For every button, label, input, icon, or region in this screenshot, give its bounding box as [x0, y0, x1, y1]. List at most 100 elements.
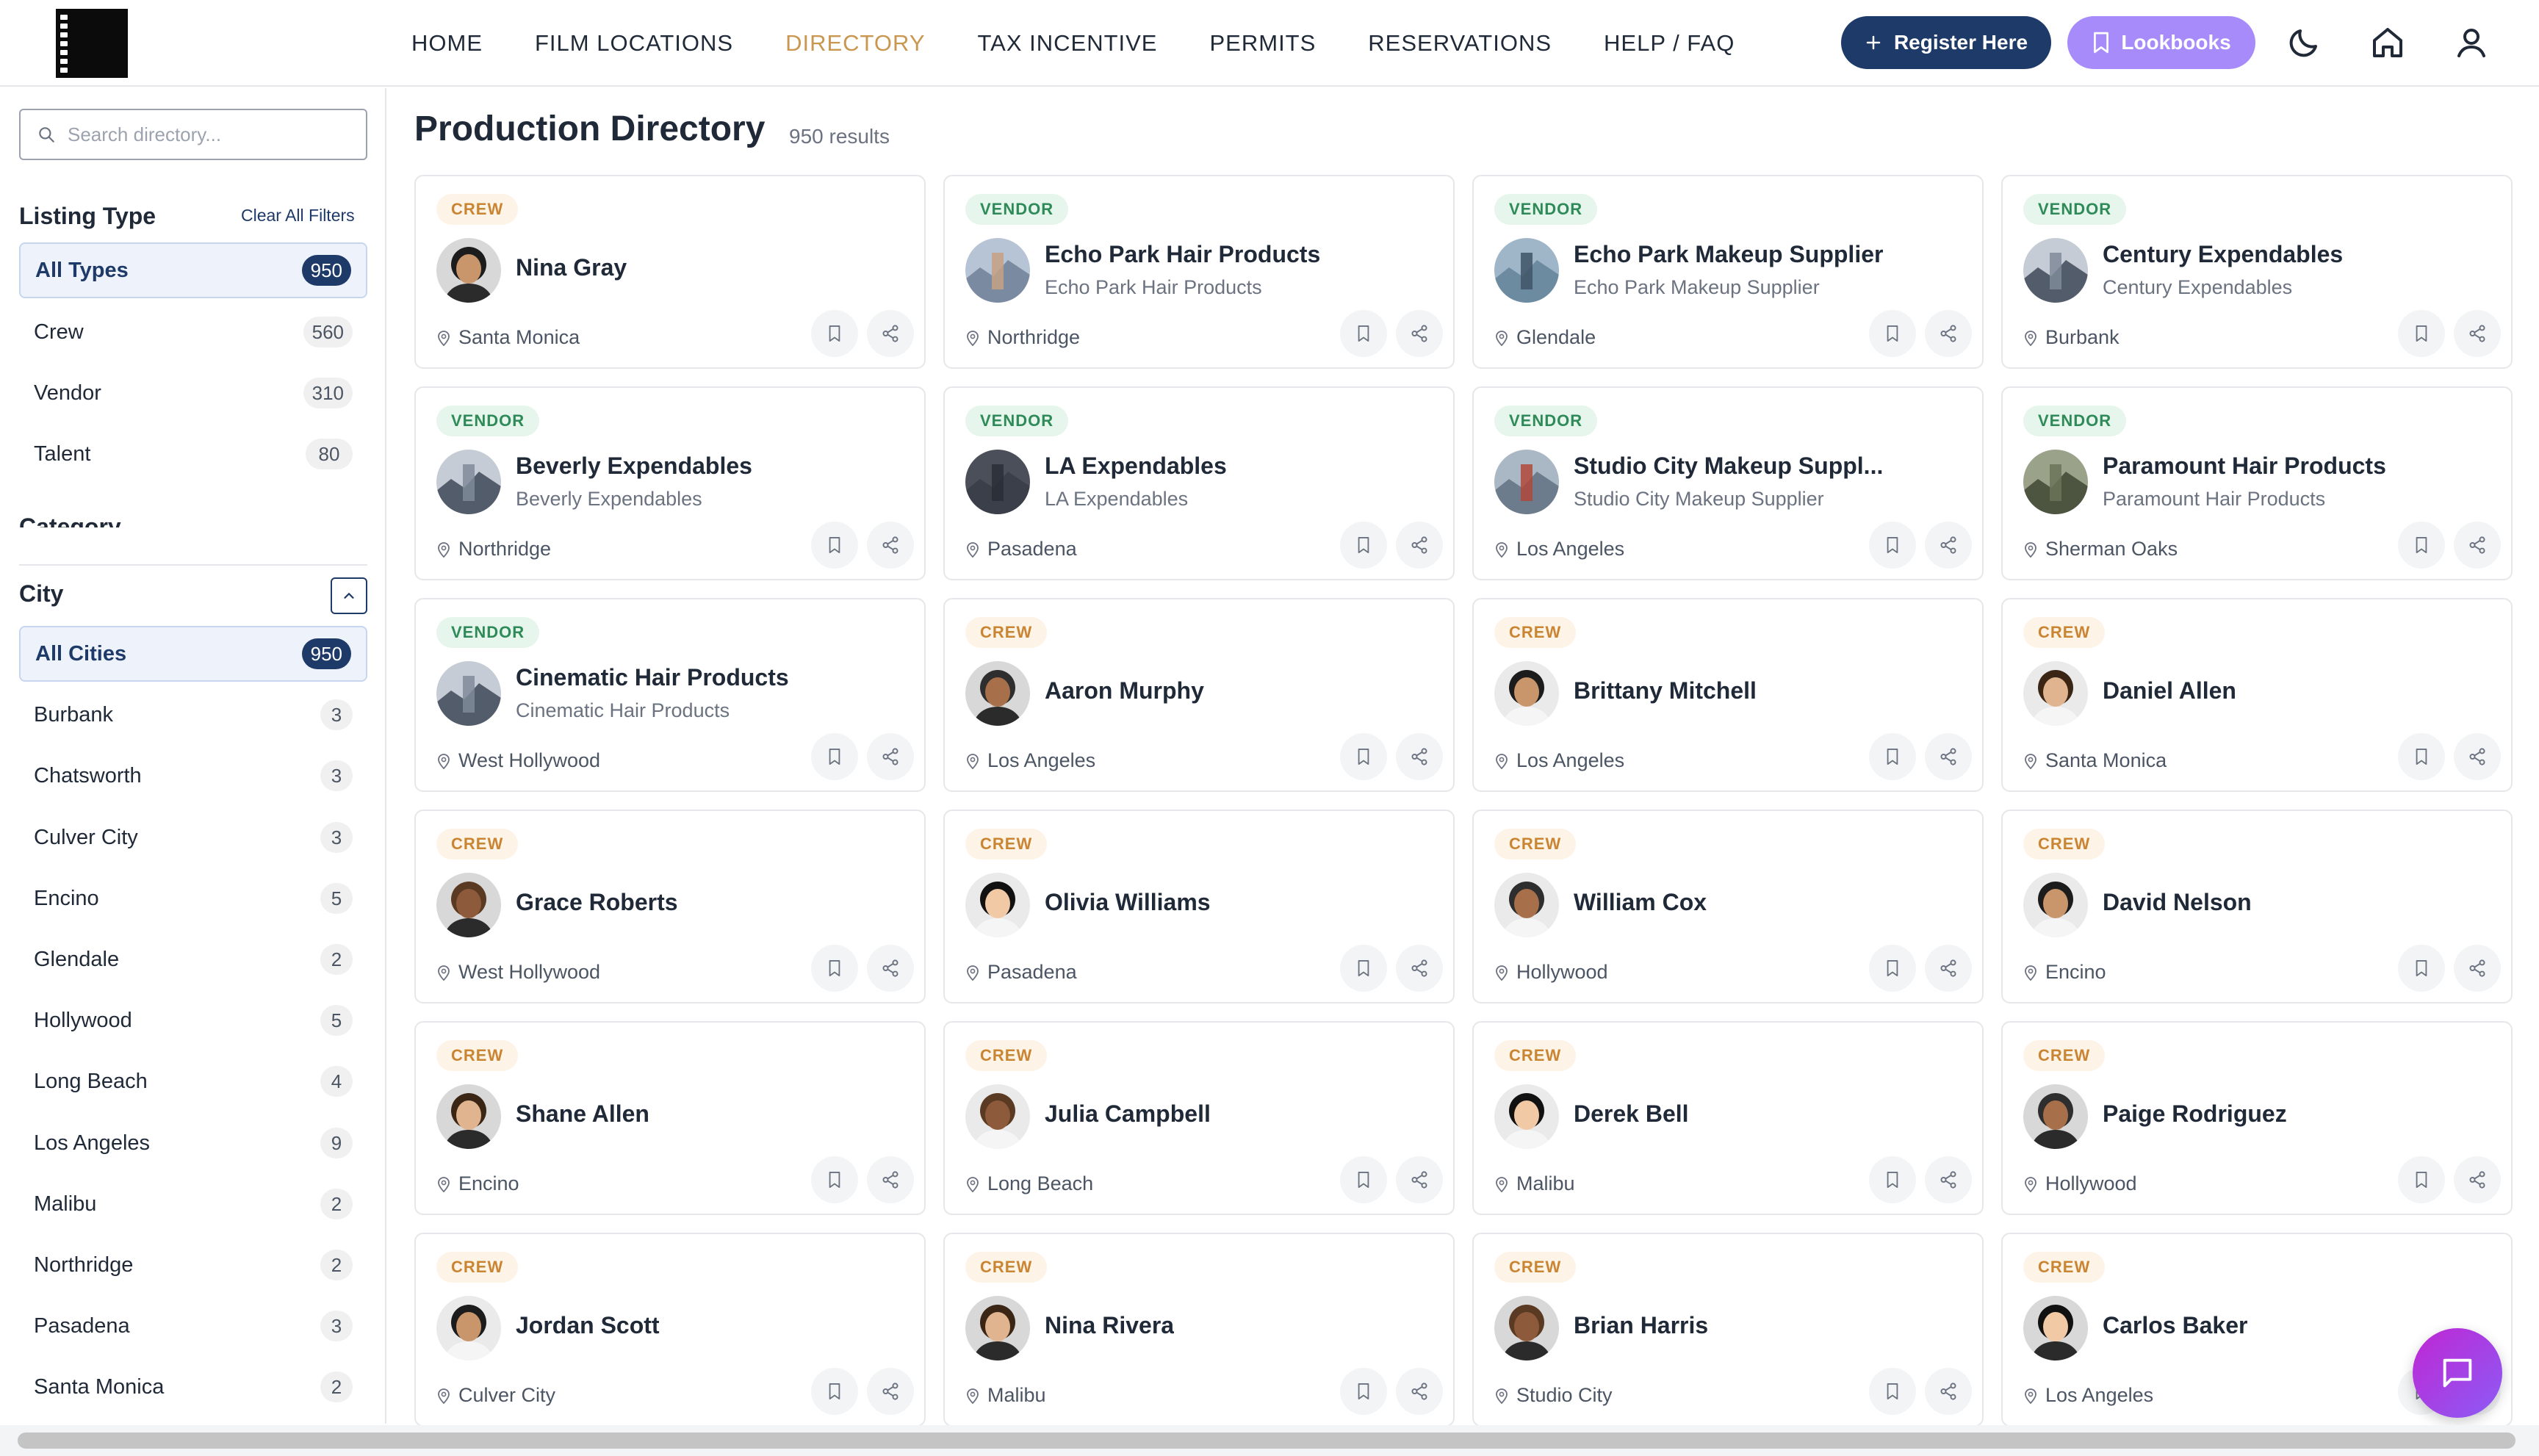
listing-type-vendor[interactable]: Vendor 310	[19, 365, 367, 421]
bookmark-button[interactable]	[1869, 522, 1916, 569]
share-button[interactable]	[2454, 945, 2501, 992]
card-name[interactable]: Paige Rodriguez	[2103, 1100, 2287, 1128]
nav-film-locations[interactable]: FILM LOCATIONS	[535, 30, 733, 57]
directory-card[interactable]: CREW David Nelson Encino	[2001, 810, 2513, 1003]
share-button[interactable]	[1396, 522, 1443, 569]
bookmark-button[interactable]	[1869, 733, 1916, 780]
nav-tax-incentive[interactable]: TAX INCENTIVE	[978, 30, 1158, 57]
bookmark-button[interactable]	[2398, 733, 2445, 780]
card-name[interactable]: William Cox	[1574, 889, 1707, 916]
home-icon[interactable]	[2370, 25, 2405, 60]
bookmark-button[interactable]	[2398, 310, 2445, 357]
nav-help-faq[interactable]: HELP / FAQ	[1604, 30, 1735, 57]
city-filter-item[interactable]: Pasadena 3	[19, 1298, 367, 1354]
bookmark-button[interactable]	[811, 945, 858, 992]
bookmark-button[interactable]	[1340, 310, 1387, 357]
bookmark-button[interactable]	[811, 522, 858, 569]
card-name[interactable]: Echo Park Makeup Supplier	[1574, 241, 1883, 268]
city-collapse-button[interactable]	[331, 577, 367, 614]
card-name[interactable]: Nina Gray	[516, 254, 627, 281]
chat-button[interactable]	[2413, 1328, 2502, 1418]
search-input[interactable]: Search directory...	[19, 109, 367, 160]
card-name[interactable]: Beverly Expendables	[516, 453, 752, 480]
directory-card[interactable]: CREW Julia Campbell Long Beach	[943, 1021, 1455, 1215]
share-button[interactable]	[1925, 1156, 1972, 1203]
share-button[interactable]	[1925, 1368, 1972, 1415]
city-filter-item[interactable]: Culver City 3	[19, 810, 367, 865]
directory-card[interactable]: CREW Brian Harris Studio City	[1472, 1233, 1984, 1427]
directory-card[interactable]: VENDOR Echo Park Hair Products Echo Park H…	[943, 175, 1455, 369]
listing-type-talent[interactable]: Talent 80	[19, 426, 367, 482]
card-name[interactable]: Paramount Hair Products	[2103, 453, 2386, 480]
city-filter-all[interactable]: All Cities 950	[19, 626, 367, 682]
bookmark-button[interactable]	[811, 1368, 858, 1415]
bookmark-button[interactable]	[811, 310, 858, 357]
city-filter-item[interactable]: Santa Monica 2	[19, 1359, 367, 1415]
city-filter-item[interactable]: Malibu 2	[19, 1176, 367, 1232]
card-name[interactable]: David Nelson	[2103, 889, 2252, 916]
bookmark-button[interactable]	[1869, 1156, 1916, 1203]
directory-card[interactable]: CREW Aaron Murphy Los Angeles	[943, 598, 1455, 792]
directory-card[interactable]: VENDOR LA Expendables LA Expendables Pasade…	[943, 386, 1455, 580]
city-filter-item[interactable]: Northridge 2	[19, 1237, 367, 1293]
card-name[interactable]: Shane Allen	[516, 1100, 649, 1128]
directory-card[interactable]: CREW Nina Gray Santa Monica	[414, 175, 926, 369]
share-button[interactable]	[1396, 1368, 1443, 1415]
bookmark-button[interactable]	[1340, 733, 1387, 780]
bookmark-button[interactable]	[2398, 522, 2445, 569]
share-button[interactable]	[867, 733, 914, 780]
card-name[interactable]: Echo Park Hair Products	[1045, 241, 1320, 268]
share-button[interactable]	[2454, 522, 2501, 569]
share-button[interactable]	[867, 1368, 914, 1415]
card-name[interactable]: Aaron Murphy	[1045, 677, 1204, 704]
listing-type-crew[interactable]: Crew 560	[19, 304, 367, 360]
card-name[interactable]: Carlos Baker	[2103, 1312, 2247, 1339]
directory-card[interactable]: CREW Paige Rodriguez Hollywood	[2001, 1021, 2513, 1215]
user-profile-icon[interactable]	[2454, 25, 2489, 60]
share-button[interactable]	[1396, 733, 1443, 780]
card-name[interactable]: Daniel Allen	[2103, 677, 2236, 704]
share-button[interactable]	[2454, 733, 2501, 780]
bookmark-button[interactable]	[811, 733, 858, 780]
scrollbar-thumb[interactable]	[18, 1432, 2515, 1449]
directory-card[interactable]: CREW Grace Roberts West Hollywood	[414, 810, 926, 1003]
bookmark-button[interactable]	[2398, 945, 2445, 992]
directory-card[interactable]: CREW Jordan Scott Culver City	[414, 1233, 926, 1427]
listing-type-all[interactable]: All Types 950	[19, 242, 367, 298]
film-logo[interactable]	[56, 9, 128, 78]
share-button[interactable]	[1396, 945, 1443, 992]
nav-directory[interactable]: DIRECTORY	[785, 30, 925, 57]
share-button[interactable]	[867, 310, 914, 357]
directory-card[interactable]: CREW Shane Allen Encino	[414, 1021, 926, 1215]
card-name[interactable]: Studio City Makeup Suppl...	[1574, 453, 1883, 480]
share-button[interactable]	[1396, 310, 1443, 357]
nav-home[interactable]: HOME	[411, 30, 483, 57]
card-name[interactable]: Derek Bell	[1574, 1100, 1689, 1128]
card-name[interactable]: Jordan Scott	[516, 1312, 660, 1339]
share-button[interactable]	[2454, 310, 2501, 357]
clear-all-filters-link[interactable]: Clear All Filters	[241, 206, 355, 226]
directory-card[interactable]: CREW Derek Bell Malibu	[1472, 1021, 1984, 1215]
directory-card[interactable]: CREW Brittany Mitchell Los Angeles	[1472, 598, 1984, 792]
card-name[interactable]: Brittany Mitchell	[1574, 677, 1757, 704]
share-button[interactable]	[2454, 1156, 2501, 1203]
bookmark-button[interactable]	[1869, 310, 1916, 357]
share-button[interactable]	[1925, 310, 1972, 357]
directory-card[interactable]: CREW Nina Rivera Malibu	[943, 1233, 1455, 1427]
card-name[interactable]: Century Expendables	[2103, 241, 2343, 268]
directory-card[interactable]: VENDOR Century Expendables Century Expenda…	[2001, 175, 2513, 369]
directory-card[interactable]: VENDOR Cinematic Hair Products Cinematic H…	[414, 598, 926, 792]
card-name[interactable]: Cinematic Hair Products	[516, 664, 789, 691]
city-filter-item[interactable]: Long Beach 4	[19, 1053, 367, 1109]
card-name[interactable]: Grace Roberts	[516, 889, 678, 916]
bookmark-button[interactable]	[1869, 945, 1916, 992]
directory-card[interactable]: VENDOR Echo Park Makeup Supplier Echo Park…	[1472, 175, 1984, 369]
card-name[interactable]: Olivia Williams	[1045, 889, 1211, 916]
nav-reservations[interactable]: RESERVATIONS	[1368, 30, 1552, 57]
nav-permits[interactable]: PERMITS	[1210, 30, 1317, 57]
directory-card[interactable]: CREW Olivia Williams Pasadena	[943, 810, 1455, 1003]
share-button[interactable]	[1925, 733, 1972, 780]
bookmark-button[interactable]	[1340, 522, 1387, 569]
city-filter-item[interactable]: Hollywood 5	[19, 992, 367, 1048]
share-button[interactable]	[867, 1156, 914, 1203]
